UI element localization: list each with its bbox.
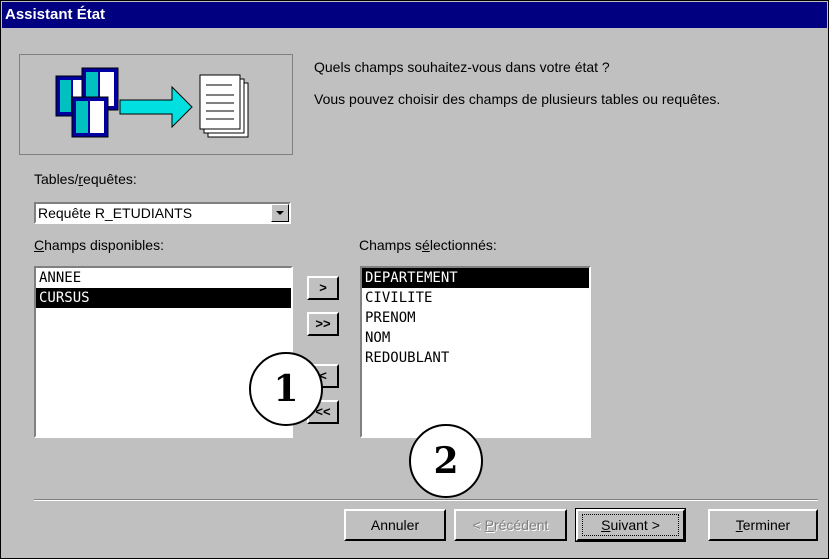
list-item[interactable]: PRENOM bbox=[362, 308, 589, 328]
selected-fields-list[interactable]: DEPARTEMENT CIVILITE PRENOM NOM REDOUBLA… bbox=[360, 266, 591, 438]
previous-button[interactable]: < Précédent bbox=[454, 509, 567, 541]
cancel-button[interactable]: Annuler bbox=[344, 509, 446, 541]
tables-to-report-icon bbox=[55, 67, 249, 138]
tables-select[interactable]: Requête R_ETUDIANTS bbox=[34, 202, 291, 224]
list-item[interactable]: REDOUBLANT bbox=[362, 348, 589, 368]
available-fields-list[interactable]: ANNEE CURSUS bbox=[34, 266, 293, 438]
list-item[interactable]: NOM bbox=[362, 328, 589, 348]
selected-fields-label: Champs sélectionnés: bbox=[359, 237, 497, 253]
tables-label: Tables/requêtes: bbox=[34, 171, 137, 187]
finish-button[interactable]: Terminer bbox=[708, 509, 818, 541]
next-button[interactable]: Suivant > bbox=[575, 508, 686, 542]
wizard-hint: Vous pouvez choisir des champs de plusie… bbox=[314, 91, 721, 107]
wizard-question: Quels champs souhaitez-vous dans votre é… bbox=[314, 59, 610, 75]
add-field-button[interactable]: > bbox=[307, 276, 339, 300]
add-all-fields-button[interactable]: >> bbox=[307, 312, 339, 336]
callout-1: 1 bbox=[249, 352, 323, 426]
available-fields-label: Champs disponibles: bbox=[34, 237, 164, 253]
window-title: Assistant État bbox=[2, 2, 827, 28]
list-item[interactable]: DEPARTEMENT bbox=[362, 268, 589, 288]
list-item[interactable]: CIVILITE bbox=[362, 288, 589, 308]
callout-2: 2 bbox=[409, 424, 483, 498]
tables-select-value: Requête R_ETUDIANTS bbox=[38, 205, 193, 221]
button-separator bbox=[34, 499, 818, 501]
wizard-illustration bbox=[19, 54, 293, 155]
next-button-label: Suivant > bbox=[582, 514, 679, 536]
list-item[interactable]: CURSUS bbox=[36, 288, 291, 308]
chevron-down-icon bbox=[275, 210, 284, 215]
dropdown-button[interactable] bbox=[271, 204, 289, 222]
list-item[interactable]: ANNEE bbox=[36, 268, 291, 288]
